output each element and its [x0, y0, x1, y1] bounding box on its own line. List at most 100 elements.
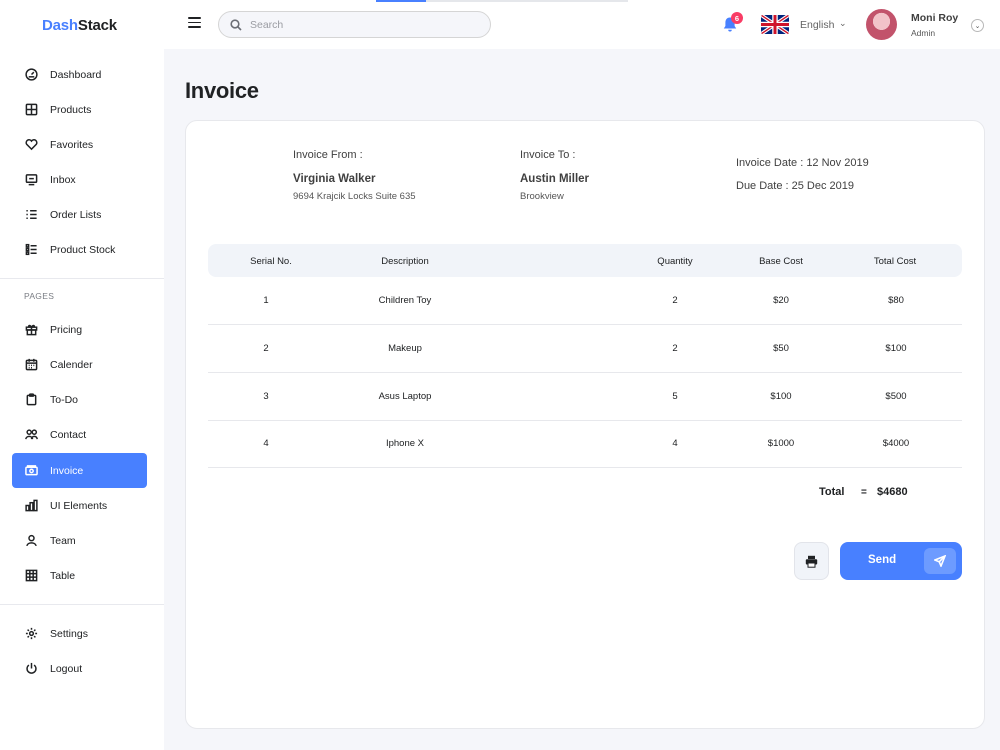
sidebar-item-label: Contact: [50, 428, 87, 441]
power-icon: [24, 662, 38, 676]
calendar-icon: [24, 358, 38, 372]
sidebar-item-dashboard[interactable]: Dashboard: [12, 57, 147, 92]
invoice-to-name: Austin Miller: [520, 173, 590, 185]
send-button-label: Send: [868, 554, 897, 566]
table-cell-serial: 2: [263, 343, 269, 354]
user-avatar[interactable]: [866, 9, 897, 40]
sidebar-item-product-stock[interactable]: Product Stock: [12, 232, 147, 267]
chevron-down-icon[interactable]: ⌄: [839, 18, 847, 29]
brand-logo-rest: Stack: [77, 17, 117, 34]
table-row-divider: [208, 420, 962, 421]
stock-icon: [24, 243, 38, 257]
column-header-total-cost: Total Cost: [873, 256, 917, 267]
table-row-divider: [208, 467, 962, 468]
uk-flag-icon[interactable]: [761, 15, 789, 34]
sidebar-item-inbox[interactable]: Inbox: [12, 162, 147, 197]
sidebar-item-label: Products: [50, 103, 92, 116]
sidebar-item-label: Calender: [50, 358, 93, 371]
sidebar-item-invoice[interactable]: Invoice: [12, 453, 147, 488]
clipboard-icon: [24, 393, 38, 407]
notification-count-badge: 6: [731, 12, 743, 24]
sidebar-item-favorites[interactable]: Favorites: [12, 127, 147, 162]
invoice-icon: [24, 464, 38, 478]
table-row-divider: [208, 372, 962, 373]
table-cell-base-cost: $100: [770, 391, 792, 402]
due-date: Due Date : 25 Dec 2019: [736, 180, 855, 192]
table-cell-description: Makeup: [388, 343, 422, 354]
loading-indicator: [376, 0, 628, 2]
brand-logo[interactable]: DashStack: [42, 17, 117, 34]
sidebar-item-label: Logout: [50, 662, 83, 675]
sidebar-divider: [0, 604, 164, 605]
profile-menu-chevron-icon[interactable]: ⌄: [971, 19, 984, 32]
sidebar-item-label: Team: [50, 534, 76, 547]
column-header-quantity: Quantity: [657, 256, 693, 267]
sidebar-item-contact[interactable]: Contact: [12, 417, 147, 452]
sidebar-item-ui-elements[interactable]: UI Elements: [12, 488, 147, 523]
table-cell-total-cost: $500: [885, 391, 907, 402]
invoice-to-address: Brookview: [520, 191, 564, 202]
sidebar-item-label: Inbox: [50, 173, 76, 186]
invoice-from-name: Virginia Walker: [293, 173, 376, 185]
invoice-to-label: Invoice To :: [520, 149, 576, 161]
user-icon: [24, 534, 38, 548]
total-equals-sign: =: [861, 487, 867, 498]
sidebar-item-team[interactable]: Team: [12, 523, 147, 558]
table-cell-serial: 1: [263, 295, 269, 306]
table-cell-description: Children Toy: [378, 295, 432, 306]
gear-icon: [24, 627, 38, 641]
menu-toggle-icon[interactable]: [188, 17, 201, 28]
page-title: Invoice: [185, 78, 259, 103]
total-value: $4680: [877, 486, 908, 498]
gift-icon: [24, 323, 38, 337]
loading-indicator-fill: [376, 0, 426, 2]
invoice-from-label: Invoice From :: [293, 149, 363, 161]
table-cell-base-cost: $1000: [767, 438, 795, 449]
sidebar-item-table[interactable]: Table: [12, 558, 147, 593]
sidebar-item-label: Table: [50, 569, 76, 582]
sidebar-item-to-do[interactable]: To-Do: [12, 382, 147, 417]
table-cell-serial: 4: [263, 438, 269, 449]
sidebar-item-calender[interactable]: Calender: [12, 347, 147, 382]
table-cell-quantity: 4: [672, 438, 678, 449]
sidebar-item-pricing[interactable]: Pricing: [12, 312, 147, 347]
table-cell-base-cost: $50: [773, 343, 789, 354]
search-input[interactable]: [250, 18, 470, 31]
table-cell-serial: 3: [263, 391, 269, 402]
total-label: Total: [819, 486, 845, 498]
sidebar-divider: [0, 278, 164, 279]
sidebar-item-label: Order Lists: [50, 208, 102, 221]
column-header-base-cost: Base Cost: [759, 256, 803, 267]
table-cell-quantity: 2: [672, 343, 678, 354]
send-button[interactable]: Send: [840, 542, 962, 580]
language-selector[interactable]: English: [800, 19, 834, 31]
printer-icon: [805, 555, 818, 568]
invoice-date: Invoice Date : 12 Nov 2019: [736, 157, 869, 169]
sidebar: DashStack Dashboard Products Favorites I…: [0, 0, 164, 750]
invoice-card: [185, 120, 985, 729]
brand-logo-accent: Dash: [42, 17, 78, 34]
table-cell-quantity: 2: [672, 295, 678, 306]
sidebar-item-label: To-Do: [50, 393, 79, 406]
sidebar-item-logout[interactable]: Logout: [12, 651, 147, 686]
sidebar-item-settings[interactable]: Settings: [12, 616, 147, 651]
table-cell-description: Asus Laptop: [378, 391, 432, 402]
column-header-description: Description: [381, 256, 429, 267]
user-name: Moni Roy: [911, 12, 959, 24]
sidebar-item-products[interactable]: Products: [12, 92, 147, 127]
column-header-serial: Serial No.: [250, 256, 292, 267]
search-bar: [218, 11, 491, 38]
invoice-table-header: [208, 244, 962, 277]
sidebar-item-label: Dashboard: [50, 68, 102, 81]
list-icon: [24, 208, 38, 222]
grid-icon: [24, 103, 38, 117]
sidebar-item-label: UI Elements: [50, 499, 108, 512]
table-icon: [24, 569, 38, 583]
sidebar-item-label: Settings: [50, 627, 88, 640]
table-cell-total-cost: $100: [885, 343, 907, 354]
search-icon: [230, 18, 242, 31]
table-cell-total-cost: $4000: [882, 438, 910, 449]
table-cell-total-cost: $80: [888, 295, 904, 306]
print-button[interactable]: [794, 542, 829, 580]
sidebar-item-order-lists[interactable]: Order Lists: [12, 197, 147, 232]
